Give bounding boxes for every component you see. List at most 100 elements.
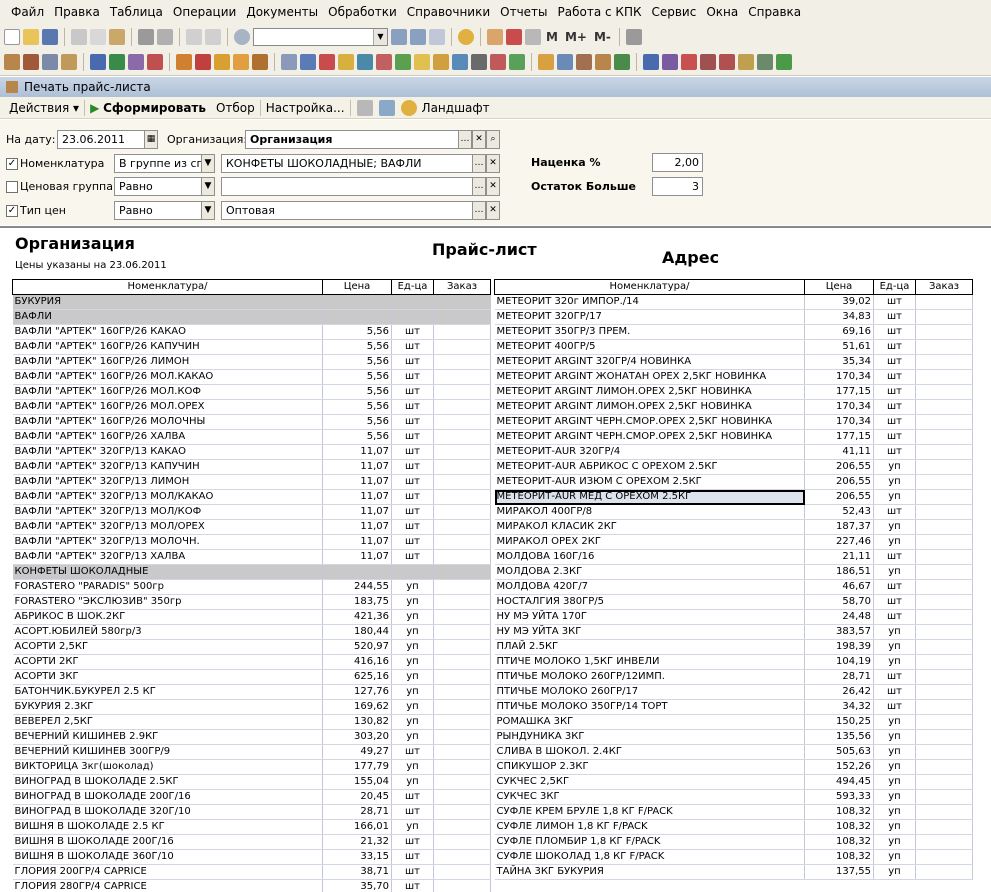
table-row[interactable]: СУФЛЕ ШОКОЛАД 1,8 КГ F/PACK 108,32 уп bbox=[494, 849, 973, 865]
document-icon[interactable] bbox=[614, 54, 630, 70]
menu-item[interactable]: Документы bbox=[241, 5, 323, 19]
item-order[interactable] bbox=[433, 444, 491, 460]
item-order[interactable] bbox=[433, 384, 491, 400]
table-row[interactable]: ВАФЛИ "АРТЕК" 160ГР/26 ЛИМОН 5,56 шт bbox=[12, 354, 491, 370]
chevron-down-icon[interactable]: ▼ bbox=[201, 154, 215, 173]
table-row[interactable]: ВИКТОРИЦА 3кг(шоколад) 177,79 уп bbox=[12, 759, 491, 775]
group-row[interactable]: КОНФЕТЫ ШОКОЛАДНЫЕ bbox=[12, 564, 491, 580]
nomenclature-value[interactable]: КОНФЕТЫ ШОКОЛАДНЫЕ; ВАФЛИ bbox=[221, 154, 473, 173]
window-icon[interactable] bbox=[429, 28, 445, 45]
document-icon[interactable] bbox=[595, 54, 611, 70]
select-button[interactable]: … bbox=[472, 177, 486, 196]
calendar-icon[interactable] bbox=[506, 28, 522, 45]
menu-item[interactable]: Правка bbox=[49, 5, 105, 19]
item-order[interactable] bbox=[915, 459, 973, 475]
item-order[interactable] bbox=[915, 324, 973, 340]
memory-plus-button[interactable]: M+ bbox=[563, 30, 589, 44]
table-row[interactable]: СУКЧЕС 3КГ 593,33 уп bbox=[494, 789, 973, 805]
price-group-condition[interactable]: Равно bbox=[114, 177, 202, 196]
document-icon[interactable] bbox=[776, 54, 792, 70]
table-row[interactable]: МЕТЕОРИТ 320ГР/17 34,83 шт bbox=[494, 309, 973, 325]
item-order[interactable] bbox=[433, 624, 491, 640]
stock-field[interactable]: 3 bbox=[652, 177, 703, 196]
item-order[interactable] bbox=[915, 489, 973, 505]
item-order[interactable] bbox=[433, 819, 491, 835]
item-order[interactable] bbox=[915, 729, 973, 745]
item-order[interactable] bbox=[915, 549, 973, 565]
actions-menu[interactable]: Действия ▾ bbox=[4, 101, 84, 115]
find-icon[interactable] bbox=[234, 28, 250, 45]
table-row[interactable]: ПТИЧЬЕ МОЛОКО 350ГР/14 ТОРТ 34,32 шт bbox=[494, 699, 973, 715]
table-row[interactable]: FORASTERO "ЭКСЛЮЗИВ" 350гр 183,75 уп bbox=[12, 594, 491, 610]
item-order[interactable] bbox=[915, 789, 973, 805]
table-icon[interactable] bbox=[525, 28, 541, 45]
table-row[interactable]: ПЛАЙ 2.5КГ 198,39 уп bbox=[494, 639, 973, 655]
menu-item[interactable]: Справочники bbox=[402, 5, 495, 19]
table-row[interactable]: FORASTERO "PARADIS" 500гр 244,55 уп bbox=[12, 579, 491, 595]
item-order[interactable] bbox=[433, 744, 491, 760]
group-row[interactable]: ВАФЛИ bbox=[12, 309, 491, 325]
document-icon[interactable] bbox=[214, 54, 230, 70]
item-order[interactable] bbox=[433, 399, 491, 415]
item-order[interactable] bbox=[915, 849, 973, 865]
clear-icon[interactable]: ✕ bbox=[486, 177, 500, 196]
item-order[interactable] bbox=[433, 459, 491, 475]
document-icon[interactable] bbox=[176, 54, 192, 70]
table-row[interactable]: МИРАКОЛ КЛАСИК 2КГ 187,37 уп bbox=[494, 519, 973, 535]
chevron-down-icon[interactable]: ▼ bbox=[373, 28, 387, 45]
memory-m-button[interactable]: M bbox=[544, 30, 560, 44]
document-icon[interactable] bbox=[376, 54, 392, 70]
item-order[interactable] bbox=[433, 369, 491, 385]
document-icon[interactable] bbox=[23, 54, 39, 70]
item-order[interactable] bbox=[433, 834, 491, 850]
calendar-icon[interactable]: ▦ bbox=[144, 130, 158, 149]
document-icon[interactable] bbox=[42, 54, 58, 70]
table-row[interactable]: ВЕЧЕРНИЙ КИШИНЕВ 300ГР/9 49,27 шт bbox=[12, 744, 491, 760]
item-order[interactable] bbox=[433, 594, 491, 610]
table-row[interactable]: РЫНДУНИКА 3КГ 135,56 уп bbox=[494, 729, 973, 745]
item-order[interactable] bbox=[915, 759, 973, 775]
document-icon[interactable] bbox=[252, 54, 268, 70]
document-icon[interactable] bbox=[576, 54, 592, 70]
table-row[interactable]: ВАФЛИ "АРТЕК" 320ГР/13 ХАЛВА 11,07 шт bbox=[12, 549, 491, 565]
table-row[interactable]: АСОРТИ 2КГ 416,16 уп bbox=[12, 654, 491, 670]
item-order[interactable] bbox=[915, 354, 973, 370]
item-order[interactable] bbox=[915, 819, 973, 835]
item-order[interactable] bbox=[915, 669, 973, 685]
document-icon[interactable] bbox=[452, 54, 468, 70]
table-row[interactable]: ВАФЛИ "АРТЕК" 160ГР/26 МОЛ.КАКАО 5,56 шт bbox=[12, 369, 491, 385]
calculator-icon[interactable] bbox=[487, 28, 503, 45]
item-order[interactable] bbox=[433, 864, 491, 880]
document-icon[interactable] bbox=[109, 54, 125, 70]
info-icon[interactable] bbox=[458, 28, 474, 45]
menu-item[interactable]: Таблица bbox=[105, 5, 168, 19]
item-order[interactable] bbox=[915, 639, 973, 655]
document-icon[interactable] bbox=[738, 54, 754, 70]
item-order[interactable] bbox=[433, 504, 491, 520]
table-row[interactable]: ВИШНЯ В ШОКОЛАДЕ 360Г/10 33,15 шт bbox=[12, 849, 491, 865]
document-icon[interactable] bbox=[700, 54, 716, 70]
tools-icon[interactable] bbox=[625, 28, 642, 45]
table-row[interactable]: МЕТЕОРИТ 400ГР/5 51,61 шт bbox=[494, 339, 973, 355]
item-order[interactable] bbox=[433, 564, 491, 580]
settings-button[interactable]: Настройка... bbox=[261, 101, 350, 115]
table-row[interactable]: ГЛОРИЯ 200ГР/4 CAPRICE 38,71 шт bbox=[12, 864, 491, 880]
table-row[interactable]: НУ МЭ УЙТА 3КГ 383,57 уп bbox=[494, 624, 973, 640]
table-row[interactable]: МЕТЕОРИТ ARGINT 320ГР/4 НОВИНКА 35,34 шт bbox=[494, 354, 973, 370]
table-row[interactable]: ВИНОГРАД В ШОКОЛАДЕ 2.5КГ 155,04 уп bbox=[12, 774, 491, 790]
table-row[interactable]: СУФЛЕ ПЛОМБИР 1,8 КГ F/PACK 108,32 уп bbox=[494, 834, 973, 850]
item-order[interactable] bbox=[915, 384, 973, 400]
table-row[interactable]: ВИШНЯ В ШОКОЛАДЕ 2.5 КГ 166,01 уп bbox=[12, 819, 491, 835]
select-button[interactable]: … bbox=[472, 201, 486, 220]
item-order[interactable] bbox=[915, 594, 973, 610]
price-group-value[interactable] bbox=[221, 177, 473, 196]
item-order[interactable] bbox=[433, 474, 491, 490]
organization-field[interactable]: Организация bbox=[245, 130, 459, 149]
document-icon[interactable] bbox=[471, 54, 487, 70]
item-order[interactable] bbox=[915, 309, 973, 325]
item-order[interactable] bbox=[433, 789, 491, 805]
item-order[interactable] bbox=[915, 654, 973, 670]
table-row[interactable]: ПТИЧЕ МОЛОКО 1,5КГ ИНВЕЛИ 104,19 уп bbox=[494, 654, 973, 670]
document-icon[interactable] bbox=[719, 54, 735, 70]
nomenclature-condition[interactable]: В группе из спи bbox=[114, 154, 202, 173]
